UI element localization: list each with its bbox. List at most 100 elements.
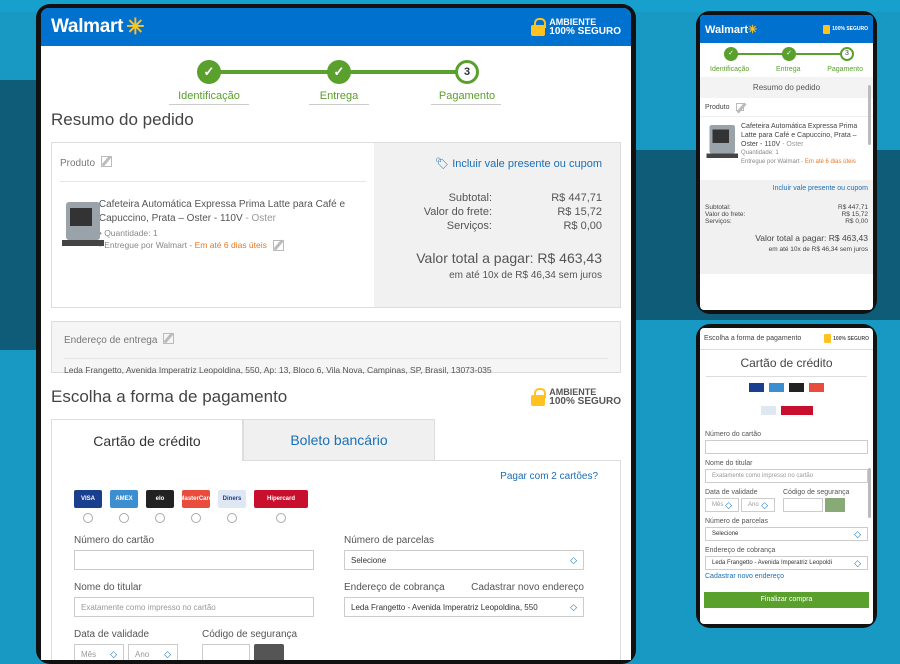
- mobile-steps: ✓ ✓ 3 Identificação Entrega Pagamento: [710, 43, 863, 77]
- mobile-card-tab[interactable]: Cartão de crédito: [706, 350, 867, 377]
- walmart-logo[interactable]: Walmart✳: [705, 23, 757, 36]
- secure-big: 100% SEGURO: [833, 335, 869, 342]
- edit-icon[interactable]: [735, 103, 744, 111]
- step-entrega[interactable]: Entrega: [320, 90, 359, 102]
- billing-select[interactable]: Leda Frangetto - Avenida Imperatriz Leop…: [344, 597, 584, 617]
- billing-select[interactable]: Leda Frangetto - Avenida Imperatriz Leop…: [705, 556, 868, 570]
- cvv-input[interactable]: [202, 644, 250, 660]
- delivered-by: Entregue por Walmart: [104, 240, 188, 250]
- product-brand: - Oster: [782, 141, 804, 148]
- scrollbar[interactable]: [868, 468, 871, 518]
- edit-icon[interactable]: [163, 333, 175, 345]
- card-number-input[interactable]: [705, 440, 868, 454]
- card-number-label: Número do cartão: [705, 431, 762, 438]
- step-identificacao[interactable]: Identificação: [710, 66, 749, 73]
- radio-visa[interactable]: [83, 513, 93, 523]
- delivery-time: Em até 6 dias úteis: [804, 159, 856, 165]
- subtotal-value: R$ 447,71: [551, 192, 602, 204]
- subtotal-label: Subtotal:: [448, 192, 492, 204]
- amex-icon: [769, 383, 784, 392]
- product-brand: - Oster: [245, 213, 276, 224]
- secure-badge: AMBIENTE 100% SEGURO: [531, 387, 621, 407]
- radio-elo[interactable]: [155, 513, 165, 523]
- edit-icon[interactable]: [272, 240, 284, 252]
- installments-value: Selecione: [712, 531, 739, 537]
- product-block: Produto Cafeteira Automática Expressa Pr…: [52, 143, 374, 307]
- tab-boleto[interactable]: Boleto bancário: [243, 419, 435, 461]
- secure-badge: 100% SEGURO: [824, 334, 869, 343]
- finish-button[interactable]: Finalizar compra: [704, 592, 869, 608]
- amex-icon: AMEX: [110, 490, 138, 508]
- product-name[interactable]: Cafeteira Automática Expressa Prima Latt…: [99, 199, 345, 224]
- mobile-summary-title: Resumo do pedido: [700, 77, 873, 98]
- card-number-label: Número do cartão: [74, 535, 155, 546]
- year-select[interactable]: Ano: [741, 498, 775, 512]
- diners-icon: [760, 406, 776, 415]
- installments-select[interactable]: Selecione: [705, 527, 868, 541]
- scrollbar[interactable]: [868, 85, 871, 145]
- billing-value: Leda Frangetto - Avenida Imperatriz Leop…: [712, 560, 832, 566]
- installments-label: Número de parcelas: [344, 535, 435, 546]
- card-number-input[interactable]: [74, 550, 314, 570]
- radio-diners[interactable]: [227, 513, 237, 523]
- new-address-link[interactable]: Cadastrar novo endereço: [705, 573, 868, 580]
- year-select[interactable]: Ano: [128, 644, 178, 660]
- cvv-input[interactable]: [783, 498, 823, 512]
- two-cards-link[interactable]: Pagar com 2 cartões?: [74, 471, 598, 482]
- coupon-link[interactable]: Incluir vale presente ou cupom: [705, 185, 868, 192]
- installments-text: em até 10x de R$ 46,34 sem juros: [768, 246, 868, 253]
- shipping-value: R$ 15,72: [841, 211, 868, 218]
- step-underline: [169, 104, 249, 105]
- installments-select[interactable]: Selecione: [344, 550, 584, 570]
- spark-icon: ✳: [748, 23, 758, 36]
- order-summary: Produto Cafeteira Automática Expressa Pr…: [51, 142, 621, 308]
- subtotal-label: Subtotal:: [705, 204, 731, 211]
- address-value: Leda Frangetto, Avenida Imperatriz Leopo…: [64, 358, 608, 375]
- lock-icon: [531, 388, 547, 406]
- new-address-link[interactable]: Cadastrar novo endereço: [471, 582, 584, 593]
- services-value: R$ 0,00: [563, 220, 602, 232]
- product-label: Produto: [60, 158, 96, 169]
- radio-amex[interactable]: [119, 513, 129, 523]
- delivery-address: Endereço de entrega Leda Frangetto, Aven…: [51, 321, 621, 375]
- month-value: Mês: [81, 649, 97, 659]
- mobile-device-summary: Walmart✳ 100% SEGURO ✓ ✓ 3 Identificação …: [696, 11, 877, 314]
- holder-input[interactable]: Exatamente como impresso no cartão: [705, 469, 868, 483]
- edit-icon[interactable]: [101, 156, 113, 168]
- step-identificacao[interactable]: Identificação: [178, 90, 240, 102]
- step-3-number: 3: [455, 60, 479, 84]
- elo-icon: [789, 383, 804, 392]
- logo-text: Walmart: [51, 16, 124, 37]
- expiry-label: Data de validade: [74, 629, 150, 640]
- payment-title: Escolha a forma de pagamento: [51, 387, 288, 406]
- mobile-card-brands-2: [700, 406, 873, 415]
- product-quantity: Quantidade: 1: [104, 228, 158, 238]
- credit-card-panel: Pagar com 2 cartões? VISA AMEX elo Maste…: [51, 461, 621, 660]
- holder-input[interactable]: Exatamente como impresso no cartão: [74, 597, 314, 617]
- walmart-logo[interactable]: Walmart✳: [51, 16, 145, 38]
- subtotal-value: R$ 447,71: [838, 204, 868, 211]
- year-value: Ano: [748, 502, 759, 508]
- radio-mastercard[interactable]: [191, 513, 201, 523]
- mobile-screen: Escolha a forma de pagamento 100% SEGURO …: [700, 328, 873, 624]
- installments-label: Número de parcelas: [705, 518, 769, 525]
- month-select[interactable]: Mês: [705, 498, 739, 512]
- secure-badge: 100% SEGURO: [823, 24, 868, 34]
- mastercard-icon: [809, 383, 824, 392]
- month-select[interactable]: Mês: [74, 644, 124, 660]
- services-value: R$ 0,00: [845, 218, 868, 225]
- radio-hipercard[interactable]: [276, 513, 286, 523]
- product-quantity: Quantidade: 1: [741, 150, 779, 156]
- step-underline: [309, 104, 369, 105]
- expiry-label: Data de validade: [705, 489, 758, 496]
- step-entrega[interactable]: Entrega: [776, 66, 801, 73]
- services-label: Serviços:: [705, 218, 732, 225]
- product-image: [60, 198, 104, 248]
- lock-icon: [823, 24, 831, 34]
- tab-credit-card[interactable]: Cartão de crédito: [51, 419, 243, 461]
- billing-label: Endereço de cobrança: [705, 547, 776, 554]
- coupon-link[interactable]: Incluir vale presente ou cupom: [452, 158, 602, 170]
- checkout-steps: ✓ ✓ 3 Identificação Entrega Pagamento: [81, 46, 591, 106]
- installments-text: em até 10x de R$ 46,34 sem juros: [449, 270, 602, 281]
- elo-icon: elo: [146, 490, 174, 508]
